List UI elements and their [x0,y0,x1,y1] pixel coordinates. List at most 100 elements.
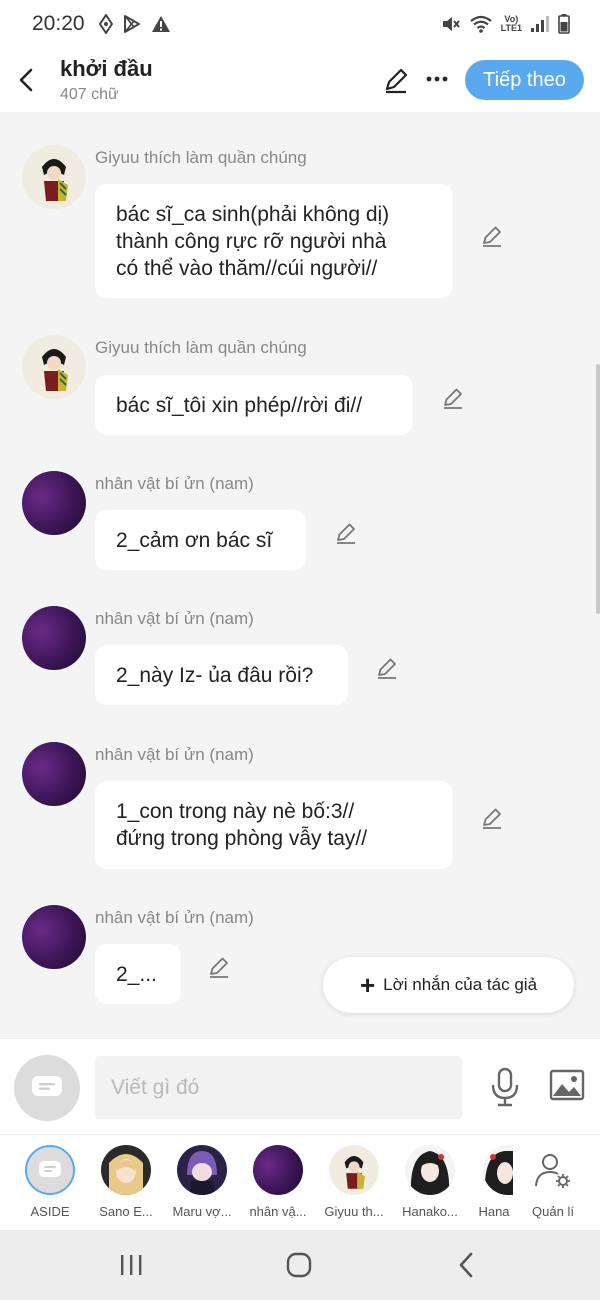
avatar [253,1145,303,1195]
status-right: Vo) LTE1 [441,14,570,34]
character-sano[interactable]: Sano E... [88,1145,164,1219]
image-icon [549,1069,585,1101]
avatar[interactable] [22,471,86,535]
warning-icon [151,16,170,32]
edit-message-button[interactable] [480,806,504,830]
edit-message-button[interactable] [480,224,504,248]
message-bubble[interactable]: 2_... [95,944,181,1004]
header: khởi đầu 407 chữ Tiếp theo [0,48,600,112]
chat-bubble-icon [39,1161,61,1177]
message-bubble[interactable]: 1_con trong này nè bố:3// đứng trong phò… [95,781,453,869]
sano-avatar-icon [101,1145,151,1195]
character-label: nhân vậ... [249,1204,307,1219]
scrollbar[interactable] [596,364,600,614]
message-bubble[interactable]: 2_này Iz- ủa đâu rồi? [95,645,348,705]
sender-name: nhân vật bí ửn (nam) [95,908,254,927]
input-bar [0,1038,600,1134]
microphone-icon [491,1067,519,1107]
next-button[interactable]: Tiếp theo [465,60,584,100]
edit-message-button[interactable] [207,955,231,979]
word-count: 407 chữ [60,86,119,103]
author-note-label: Lời nhắn của tác giả [383,975,538,994]
image-button[interactable] [549,1069,585,1106]
avatar [101,1145,151,1195]
recent-apps-button[interactable] [111,1248,151,1282]
message-input[interactable] [95,1056,462,1119]
status-bar: 20:20 Vo) LTE1 [0,0,600,48]
character-label: Hana [478,1204,510,1219]
sender-name: nhân vật bí ửn (nam) [95,474,254,493]
character-label: ASIDE [30,1204,70,1219]
maru-avatar-icon [177,1145,227,1195]
back-nav-button[interactable] [446,1248,486,1282]
pencil-icon [210,957,228,978]
pencil-icon [483,808,501,829]
pencil-icon [385,68,408,94]
sender-name: nhân vật bí ửn (nam) [95,745,254,764]
status-time: 20:20 [32,12,85,35]
chat-bubble-icon [32,1076,62,1096]
mute-icon [442,17,460,31]
avatar [483,1145,513,1195]
title-wrap: khởi đầu 407 chữ [60,56,153,104]
character-giyuu[interactable]: Giyuu th... [316,1145,392,1219]
avatar [405,1145,455,1195]
character-label: Sano E... [99,1204,153,1219]
status-left-icons [98,14,171,34]
pencil-icon [337,523,355,544]
page-title: khởi đầu [60,56,153,81]
character-aside[interactable]: ASIDE [12,1145,88,1219]
avatar[interactable] [22,606,86,670]
message-bubble[interactable]: bác sĩ_tôi xin phép//rời đi// [95,375,413,435]
message-bubble[interactable]: bác sĩ_ca sinh(phải không dị) thành công… [95,184,453,298]
author-note-button[interactable]: + Lời nhắn của tác giả [323,957,574,1013]
sender-name: Giyuu thích làm quần chúng [95,338,307,357]
home-button[interactable] [279,1248,319,1282]
user-settings-icon [535,1154,570,1188]
chat-area[interactable]: Giyuu thích làm quần chúng bác sĩ_ca sin… [0,112,600,1038]
aside-toggle-button[interactable] [14,1055,80,1121]
recent-apps-icon [121,1255,142,1275]
more-options-button[interactable] [424,66,450,92]
edit-message-button[interactable] [441,386,465,410]
character-hanako[interactable]: Hanako... [392,1145,468,1219]
location-diamond-icon [98,14,113,34]
character-maru[interactable]: Maru vợ... [164,1145,240,1219]
sender-name: Giyuu thích làm quần chúng [95,148,307,167]
pencil-icon [378,658,396,679]
avatar[interactable] [22,905,86,969]
avatar[interactable] [22,335,86,399]
back-icon [459,1252,473,1278]
avatar [177,1145,227,1195]
manage-characters-button[interactable]: Quản lí [515,1145,591,1219]
plus-icon: + [359,970,376,1000]
avatar [25,1145,75,1195]
edit-message-button[interactable] [375,656,399,680]
network-indicator: Vo) LTE1 [500,14,522,33]
giyuu-avatar-icon [329,1145,379,1195]
microphone-button[interactable] [490,1067,520,1112]
avatar[interactable] [22,145,86,209]
character-label: Quản lí [532,1204,574,1219]
pencil-icon [444,388,462,409]
message-bubble[interactable]: 2_cảm ơn bác sĩ [95,510,306,570]
home-icon [286,1252,312,1278]
back-button[interactable] [0,48,50,112]
more-horizontal-icon [426,76,448,82]
edit-title-button[interactable] [382,66,410,99]
signal-icon [531,16,549,32]
hana-avatar-icon [483,1145,513,1195]
system-nav-bar [0,1230,600,1300]
chevron-left-icon [19,68,33,92]
manage-icon-wrap [528,1145,578,1195]
character-nhan-vat[interactable]: nhân vậ... [240,1145,316,1219]
character-label: Giyuu th... [324,1204,384,1219]
battery-icon [558,14,570,34]
character-label: Maru vợ... [172,1204,232,1219]
giyuu-avatar-icon [22,335,86,399]
edit-message-button[interactable] [334,521,358,545]
avatar[interactable] [22,742,86,806]
play-store-icon [123,15,140,33]
avatar [329,1145,379,1195]
wifi-icon [469,15,492,33]
